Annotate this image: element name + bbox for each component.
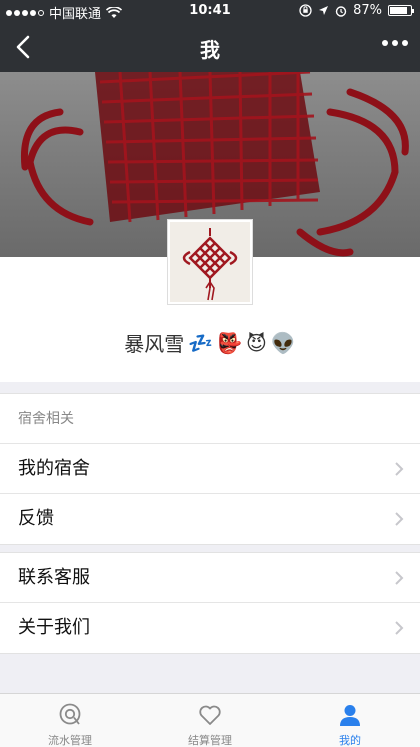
chevron-right-icon	[395, 512, 404, 526]
chinese-knot-avatar-image	[170, 222, 250, 302]
chevron-right-icon	[395, 571, 404, 585]
chevron-right-icon	[395, 462, 404, 476]
support-group: 联系客服 关于我们	[0, 552, 420, 654]
list-item-about-us[interactable]: 关于我们	[0, 603, 420, 653]
person-icon	[340, 705, 360, 726]
list-item-label: 联系客服	[18, 567, 90, 588]
zzz-emoji: 💤	[188, 330, 214, 355]
status-bar: 中国联通 10:41 87%	[0, 0, 420, 22]
tab-bar: 流水管理 结算管理 我的	[0, 693, 420, 747]
battery-icon	[388, 5, 414, 16]
list-item-label: 我的宿舍	[18, 458, 90, 479]
list-item-label: 反馈	[18, 508, 54, 529]
avatar[interactable]	[168, 220, 252, 304]
chevron-right-icon	[395, 621, 404, 635]
battery-percent: 87%	[353, 3, 382, 18]
ellipsis-icon	[382, 40, 388, 46]
tab-label: 我的	[339, 734, 361, 747]
tab-settlement-management[interactable]: 结算管理	[140, 694, 280, 747]
list-item-my-dorm[interactable]: 我的宿舍	[0, 444, 420, 494]
tab-mine[interactable]: 我的	[280, 694, 420, 747]
heart-icon	[199, 705, 221, 725]
alien-emoji: 👽	[270, 330, 296, 355]
alarm-icon	[335, 5, 347, 17]
tab-label: 结算管理	[188, 734, 232, 747]
goblin-emoji: 👺	[217, 330, 243, 355]
dorm-settings-group: 宿舍相关 我的宿舍 反馈	[0, 393, 420, 545]
status-right: 87%	[299, 3, 414, 18]
orientation-lock-icon	[299, 4, 312, 17]
tab-flow-management[interactable]: 流水管理	[0, 694, 140, 747]
navigation-bar: 我	[0, 22, 420, 72]
group-header-dorm: 宿舍相关	[0, 394, 420, 444]
tab-label: 流水管理	[48, 734, 92, 747]
nickname-text: 暴风雪	[124, 332, 185, 356]
profile-nickname: 暴风雪 💤 👺 😈 👽	[0, 328, 420, 357]
devil-emoji: 😈	[246, 330, 267, 355]
location-arrow-icon	[319, 6, 329, 15]
list-item-label: 关于我们	[18, 617, 90, 638]
page-title: 我	[200, 38, 220, 62]
list-item-feedback[interactable]: 反馈	[0, 494, 420, 544]
list-item-contact-support[interactable]: 联系客服	[0, 553, 420, 603]
more-button[interactable]	[382, 40, 408, 46]
chat-bubble-icon	[59, 703, 81, 725]
